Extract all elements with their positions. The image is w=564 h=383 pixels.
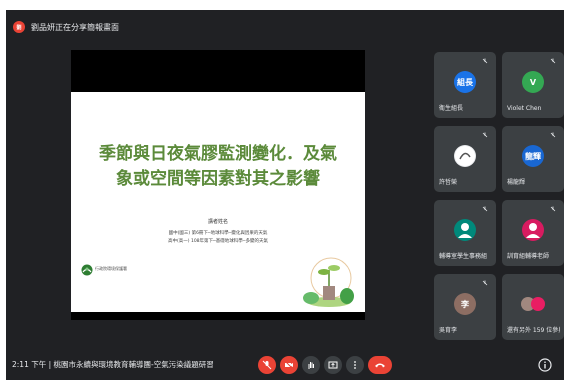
participant-name: 吳育李 xyxy=(439,327,458,334)
mic-muted-icon xyxy=(482,206,488,212)
slide-title-line1: 季節與日夜氣膠監測變化．及氣 xyxy=(99,144,337,164)
meeting-title: 桃園市永續與環境教育輔導團-空氣污染議題研習 xyxy=(53,360,214,369)
profile-photo-icon xyxy=(454,145,476,167)
mic-muted-icon xyxy=(550,206,556,212)
more-options-icon xyxy=(354,361,356,369)
participant-tile[interactable]: V Violet Chen xyxy=(502,52,564,118)
presentation-slide: 季節與日夜氣膠監測變化．及氣 象或空間等因素對其之影響 講者姓名 國中(國三) … xyxy=(71,92,365,312)
participant-name: 還有另外 159 位參與者 xyxy=(507,327,560,334)
meeting-time: 2:11 下午 xyxy=(12,360,47,369)
slide-curriculum-line1: 國中(國三) 第6冊下─地球科學─變化與因果的天氣 xyxy=(168,231,268,236)
present-icon xyxy=(328,361,338,369)
participant-name: Violet Chen xyxy=(507,105,542,112)
mic-toggle-button[interactable] xyxy=(258,356,276,374)
mic-muted-icon xyxy=(550,58,556,64)
top-bar: 劉 劉品妍正在分享簡報畫面 xyxy=(6,10,564,44)
mic-muted-icon xyxy=(482,132,488,138)
participant-tile[interactable]: 訓育組輔導老師 xyxy=(502,200,564,266)
org-name: 行政院環境保護署 xyxy=(95,266,127,271)
participant-tile[interactable]: 組長 衛生組長 xyxy=(434,52,496,118)
present-now-button[interactable] xyxy=(324,356,342,374)
presenting-label: 劉品妍正在分享簡報畫面 xyxy=(31,22,119,32)
mic-muted-icon xyxy=(550,132,556,138)
bottom-bar: 2:11 下午 | 桃園市永續與環境教育輔導團-空氣污染議題研習 xyxy=(6,350,564,380)
slide-presenter: 講者姓名 xyxy=(207,219,228,225)
more-options-button[interactable] xyxy=(346,356,364,374)
avatar: V xyxy=(522,71,544,93)
participant-tile[interactable]: 龍輝 楊龍輝 xyxy=(502,126,564,192)
camera-off-icon xyxy=(284,360,294,370)
plant-decoration-icon xyxy=(303,257,354,307)
mic-muted-icon xyxy=(482,58,488,64)
person-icon xyxy=(454,219,476,241)
end-call-icon xyxy=(375,363,385,368)
participant-name: 衛生組長 xyxy=(439,105,464,112)
info-icon[interactable] xyxy=(538,358,552,372)
raise-hand-icon xyxy=(308,362,314,369)
person-icon xyxy=(522,219,544,241)
participant-name: 許哲榮 xyxy=(439,179,458,186)
raise-hand-button[interactable] xyxy=(302,356,320,374)
participant-tile[interactable]: 輔導室學生事務組 xyxy=(434,200,496,266)
leave-call-button[interactable] xyxy=(368,356,392,374)
participant-name: 訓育組輔導老師 xyxy=(507,253,550,260)
mic-muted-icon xyxy=(482,280,488,286)
avatar: 龍輝 xyxy=(522,145,544,167)
participant-avatars-icon xyxy=(521,297,545,311)
shared-screen: 季節與日夜氣膠監測變化．及氣 象或空間等因素對其之影響 講者姓名 國中(國三) … xyxy=(71,50,365,320)
avatar: 組長 xyxy=(454,71,476,93)
avatar: 李 xyxy=(454,293,476,315)
epa-logo-icon xyxy=(81,264,93,276)
participant-name: 楊龍輝 xyxy=(507,179,526,186)
slide-title-line2: 象或空間等因素對其之影響 xyxy=(116,169,320,189)
mic-off-icon xyxy=(262,360,272,370)
participant-tile[interactable]: 李 吳育李 xyxy=(434,274,496,340)
participant-tile[interactable]: 許哲榮 xyxy=(434,126,496,192)
participant-name: 輔導室學生事務組 xyxy=(439,253,488,260)
meet-window: 劉 劉品妍正在分享簡報畫面 季節與日夜氣膠監測變化．及氣 象或空間等因素對其之影… xyxy=(6,10,564,380)
more-participants-tile[interactable]: 還有另外 159 位參與者 xyxy=(502,274,564,340)
meeting-info: 2:11 下午 | 桃園市永續與環境教育輔導團-空氣污染議題研習 xyxy=(12,359,214,370)
slide-title: 季節與日夜氣膠監測變化．及氣 象或空間等因素對其之影響 xyxy=(99,142,337,192)
presenter-avatar: 劉 xyxy=(13,21,25,33)
camera-toggle-button[interactable] xyxy=(280,356,298,374)
